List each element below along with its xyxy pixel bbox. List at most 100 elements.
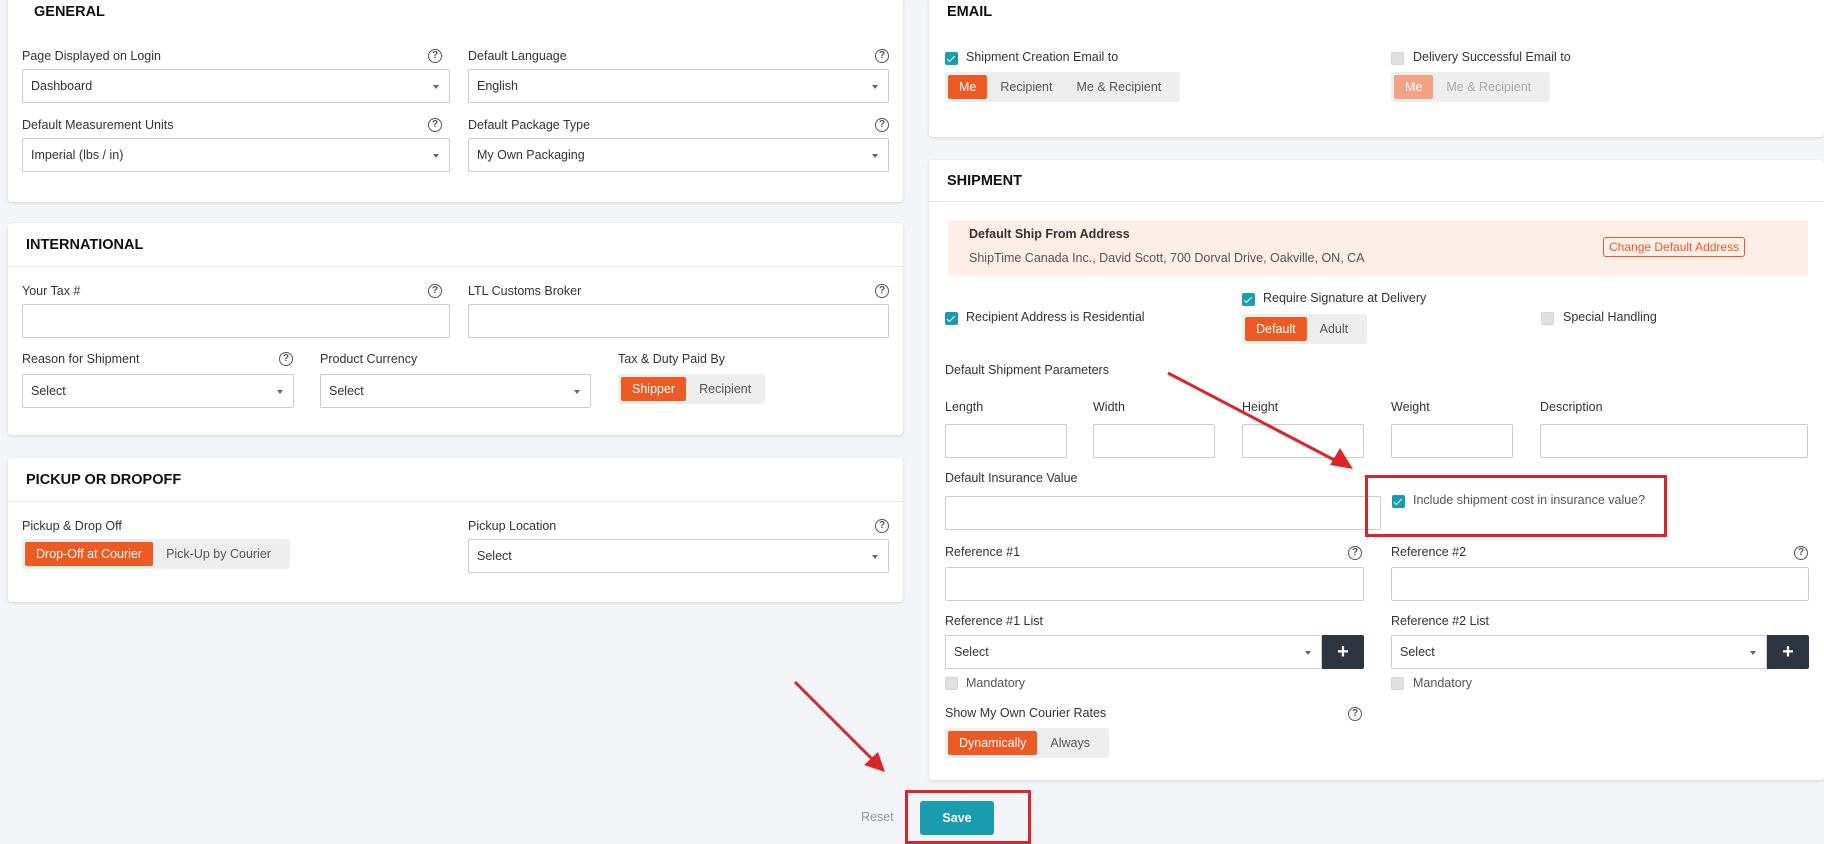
chevron-down-icon (433, 154, 439, 158)
insurance-label: Default Insurance Value (945, 471, 1078, 485)
location-value: Select (477, 549, 512, 563)
delivery-option-me[interactable]: Me (1394, 75, 1434, 99)
params-label: Default Shipment Parameters (945, 363, 1109, 377)
delivery-email-label: Delivery Successful Email to (1413, 50, 1571, 64)
chevron-down-icon (872, 154, 878, 158)
email-card: EMAIL Shipment Creation Email to Me Reci… (929, 0, 1824, 137)
pickup-card: PICKUP OR DROPOFF Pickup & Drop Off Drop… (8, 458, 903, 602)
mandatory2-checkbox[interactable] (1391, 677, 1404, 690)
width-label: Width (1093, 400, 1125, 414)
ref2-list-value: Select (1400, 645, 1435, 659)
delivery-email-toggle[interactable]: Me Me & Recipient (1391, 72, 1551, 102)
location-label: Pickup Location (468, 519, 557, 533)
duty-toggle[interactable]: Shipper Recipient (618, 374, 766, 404)
language-value: English (477, 79, 518, 93)
length-label: Length (945, 400, 984, 414)
description-input[interactable] (1540, 424, 1808, 458)
mandatory1-checkbox[interactable] (945, 677, 958, 690)
duty-option-shipper[interactable]: Shipper (621, 377, 687, 401)
help-icon[interactable]: ? (875, 118, 889, 132)
tax-input[interactable] (22, 304, 450, 338)
chevron-down-icon (1750, 651, 1756, 655)
help-icon[interactable]: ? (279, 352, 293, 366)
ref1-input[interactable] (945, 567, 1364, 601)
reset-button[interactable]: Reset (861, 810, 894, 824)
reason-select[interactable]: Select (22, 374, 294, 408)
ref1-list-label: Reference #1 List (945, 614, 1043, 628)
units-value: Imperial (lbs / in) (31, 148, 124, 162)
delivery-email-checkbox[interactable] (1391, 52, 1404, 65)
signature-label: Require Signature at Delivery (1263, 291, 1427, 305)
change-address-button[interactable]: Change Default Address (1603, 237, 1746, 257)
creation-email-checkbox[interactable] (945, 52, 958, 65)
signature-option-default[interactable]: Default (1245, 317, 1307, 341)
ref1-label: Reference #1 (945, 545, 1021, 559)
special-handling-checkbox[interactable] (1541, 312, 1554, 325)
pickdrop-label: Pickup & Drop Off (22, 519, 122, 533)
broker-input[interactable] (468, 304, 889, 338)
help-icon[interactable]: ? (428, 49, 442, 63)
insurance-input[interactable] (945, 496, 1381, 530)
help-icon[interactable]: ? (875, 519, 889, 533)
ref2-add-button[interactable]: + (1767, 635, 1809, 669)
location-select[interactable]: Select (468, 539, 889, 573)
broker-label: LTL Customs Broker (468, 284, 582, 298)
shipment-card: SHIPMENT Default Ship From Address ShipT… (929, 160, 1824, 780)
help-icon[interactable]: ? (1794, 546, 1808, 560)
ref2-list-select[interactable]: Select (1391, 635, 1767, 669)
help-icon[interactable]: ? (875, 49, 889, 63)
pickdrop-option-pickup[interactable]: Pick-Up by Courier (155, 542, 282, 566)
ref1-list-select[interactable]: Select (945, 635, 1322, 669)
courier-rates-option-dynamically[interactable]: Dynamically (948, 731, 1038, 755)
ref1-list-value: Select (954, 645, 989, 659)
help-icon[interactable]: ? (875, 284, 889, 298)
help-icon[interactable]: ? (428, 118, 442, 132)
units-select[interactable]: Imperial (lbs / in) (22, 138, 450, 172)
ref2-label: Reference #2 (1391, 545, 1467, 559)
signature-toggle[interactable]: Default Adult (1242, 314, 1368, 344)
currency-label: Product Currency (320, 352, 418, 366)
international-card: INTERNATIONAL Your Tax # ? LTL Customs B… (8, 223, 903, 435)
creation-option-me-recipient[interactable]: Me & Recipient (1066, 75, 1173, 99)
email-title: EMAIL (947, 4, 993, 20)
signature-option-adult[interactable]: Adult (1309, 317, 1360, 341)
help-icon[interactable]: ? (428, 284, 442, 298)
chevron-down-icon (277, 390, 283, 394)
help-icon[interactable]: ? (1348, 707, 1362, 721)
page-login-value: Dashboard (31, 79, 93, 93)
international-title: INTERNATIONAL (8, 223, 903, 267)
chevron-down-icon (872, 85, 878, 89)
weight-input[interactable] (1391, 424, 1513, 458)
annotation-highlight-box (905, 790, 1031, 844)
ref2-input[interactable] (1391, 567, 1809, 601)
currency-select[interactable]: Select (320, 374, 591, 408)
package-value: My Own Packaging (477, 148, 585, 162)
chevron-down-icon (1305, 651, 1311, 655)
ship-from-title: Default Ship From Address (969, 227, 1130, 241)
page-login-select[interactable]: Dashboard (22, 69, 450, 103)
reason-label: Reason for Shipment (22, 352, 140, 366)
creation-option-me[interactable]: Me (948, 75, 988, 99)
pickdrop-option-dropoff[interactable]: Drop-Off at Courier (25, 542, 154, 566)
language-select[interactable]: English (468, 69, 889, 103)
creation-option-recipient[interactable]: Recipient (989, 75, 1063, 99)
creation-email-toggle[interactable]: Me Recipient Me & Recipient (945, 72, 1181, 102)
pickdrop-toggle[interactable]: Drop-Off at Courier Pick-Up by Courier (22, 539, 290, 569)
courier-rates-option-always[interactable]: Always (1039, 731, 1101, 755)
mandatory1-label: Mandatory (966, 676, 1026, 690)
help-icon[interactable]: ? (1348, 546, 1362, 560)
general-title: GENERAL (34, 4, 105, 20)
ref1-add-button[interactable]: + (1322, 635, 1364, 669)
package-label: Default Package Type (468, 118, 591, 132)
residential-checkbox[interactable] (945, 312, 958, 325)
shipment-title: SHIPMENT (929, 160, 1824, 202)
creation-email-label: Shipment Creation Email to (966, 50, 1119, 64)
annotation-highlight-box (1365, 475, 1667, 537)
duty-option-recipient[interactable]: Recipient (688, 377, 762, 401)
length-input[interactable] (945, 424, 1067, 458)
signature-checkbox[interactable] (1242, 293, 1255, 306)
courier-rates-toggle[interactable]: Dynamically Always (945, 728, 1109, 758)
currency-value: Select (329, 384, 364, 398)
delivery-option-me-recipient[interactable]: Me & Recipient (1435, 75, 1542, 99)
package-select[interactable]: My Own Packaging (468, 138, 889, 172)
